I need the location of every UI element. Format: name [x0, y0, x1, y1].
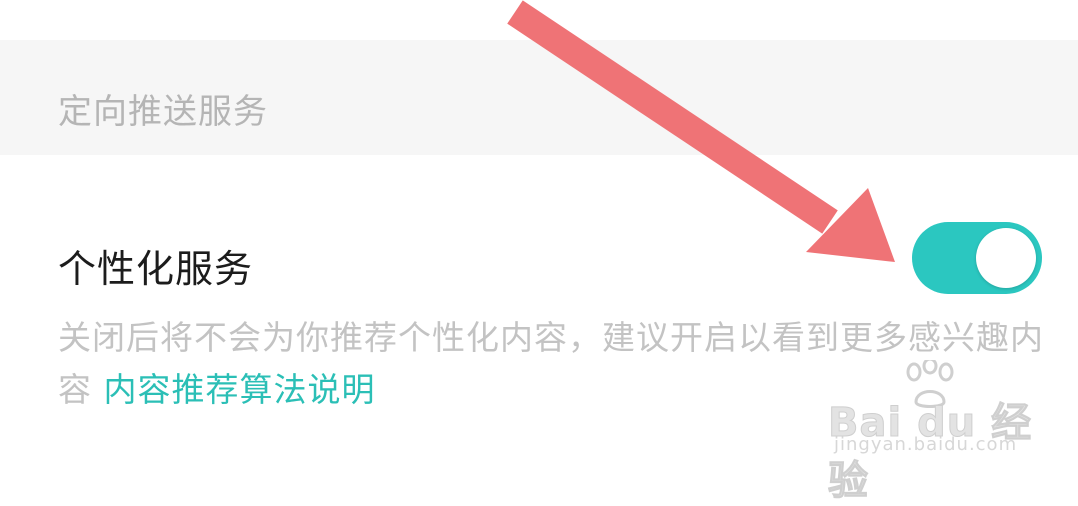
toggle-knob [976, 228, 1036, 288]
algorithm-explanation-link[interactable]: 内容推荐算法说明 [104, 370, 376, 409]
section-title: 定向推送服务 [58, 92, 268, 132]
personalized-service-title: 个性化服务 [58, 247, 254, 291]
personalized-service-toggle[interactable] [912, 222, 1042, 294]
watermark-url: jingyan.baidu.com [834, 434, 1018, 455]
baidu-jingyan-watermark: Bai du 经验 jingyan.baidu.com [828, 360, 1048, 505]
top-spacer [0, 0, 1078, 40]
